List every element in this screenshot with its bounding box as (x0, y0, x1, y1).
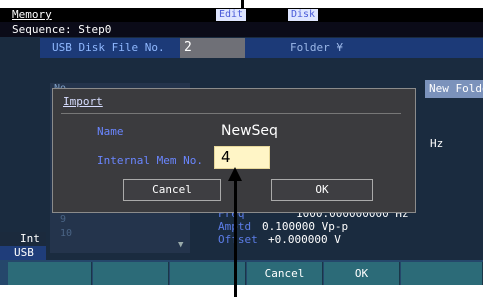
softkey-2[interactable] (93, 262, 169, 285)
dialog-divider (61, 113, 401, 114)
param-hz-fragment: Hz (430, 137, 444, 150)
ok-button[interactable]: OK (271, 179, 373, 201)
softkey-6[interactable] (401, 262, 483, 285)
sequence-bar: Sequence: Step0 (0, 22, 483, 37)
name-label: Name (97, 125, 124, 138)
page-title: Memory (12, 8, 52, 21)
softkey-cancel[interactable]: Cancel (247, 262, 323, 285)
folder-label: Folder ¥ (290, 41, 343, 54)
name-value: NewSeq (221, 123, 278, 139)
amptd-value: 0.100000 Vp-p (262, 220, 349, 233)
instrument-screen: Memory Edit Disk Sequence: Step0 USB Dis… (0, 0, 483, 297)
usb-file-number-field[interactable]: 2 (180, 38, 245, 58)
title-bar: Memory Edit Disk (0, 8, 483, 22)
tab-edit[interactable]: Edit (216, 9, 247, 21)
offset-value: +0.000000 V (268, 233, 341, 246)
usb-file-row[interactable]: USB Disk File No. 2 Folder ¥ (40, 38, 483, 58)
internal-mem-label: Internal Mem No. (97, 154, 203, 167)
softkey-ok[interactable]: OK (324, 262, 400, 285)
sequence-label: Sequence: Step0 (12, 23, 112, 36)
memory-target-int[interactable]: Int (0, 232, 46, 246)
memory-target-usb[interactable]: USB (0, 246, 46, 260)
softkey-bar: Cancel OK (0, 260, 483, 285)
list-row-number: 10 (60, 228, 73, 239)
usb-file-label: USB Disk File No. (52, 41, 165, 54)
new-folder-button[interactable]: New Folder (425, 80, 483, 98)
tab-disk[interactable]: Disk (288, 9, 319, 21)
scroll-down-icon[interactable]: ▼ (178, 240, 183, 250)
pointer-arrow-bottom (234, 180, 237, 297)
dialog-title: Import (63, 95, 103, 108)
pointer-arrow-bottom-head (228, 167, 242, 181)
offset-label: Offset (218, 233, 258, 246)
softkey-1[interactable] (8, 262, 92, 285)
internal-mem-number-field[interactable]: 4 (214, 146, 270, 169)
list-row-number: 9 (60, 214, 67, 225)
memory-panel: Memory Edit Disk Sequence: Step0 USB Dis… (0, 8, 483, 285)
cancel-button[interactable]: Cancel (123, 179, 221, 201)
